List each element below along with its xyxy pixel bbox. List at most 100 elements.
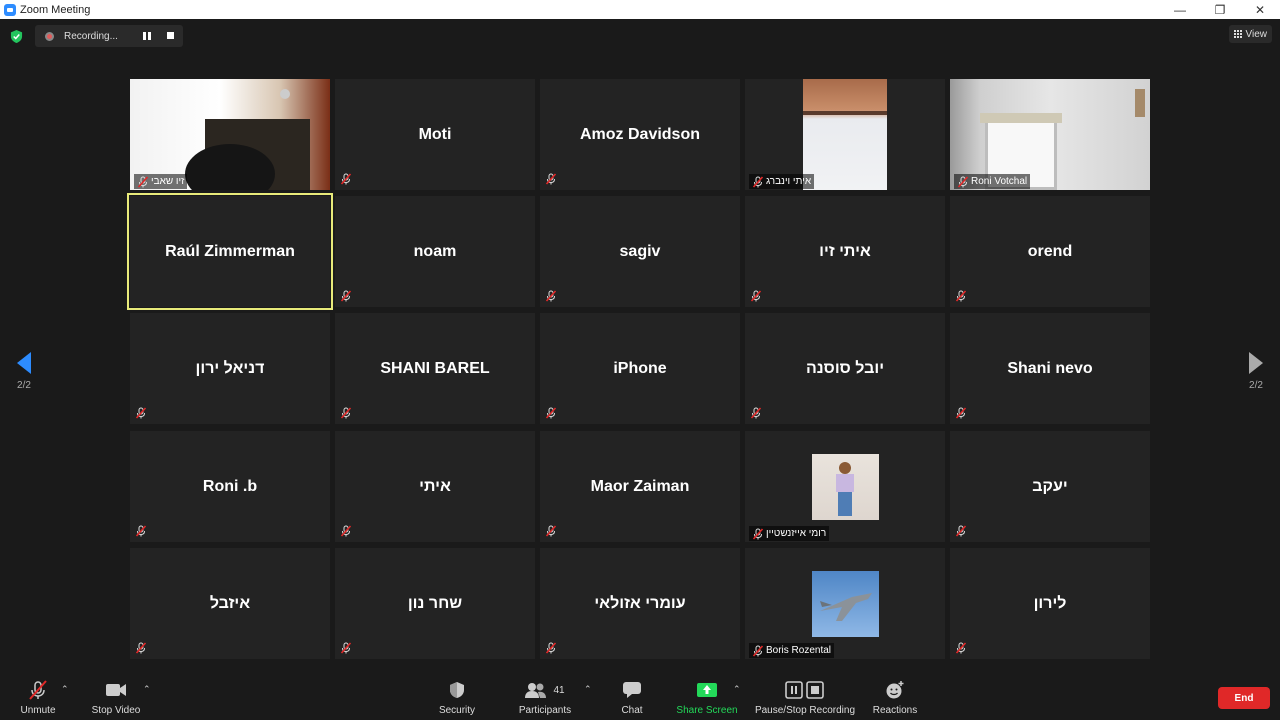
recording-label: Recording...: [64, 30, 118, 42]
stop-video-button[interactable]: Stop Video: [88, 669, 144, 720]
participant-label-text: זיו שאבי: [151, 176, 185, 187]
participant-name-label: רומי אייזנשטיין: [749, 526, 830, 541]
muted-microphone-icon: [955, 289, 967, 302]
participant-tile[interactable]: יובל סוסנה: [745, 313, 945, 424]
participant-name: יעקב: [1032, 478, 1068, 495]
participant-tile[interactable]: איתי: [335, 431, 535, 542]
end-meeting-button[interactable]: End: [1218, 687, 1270, 709]
video-options-chevron-icon[interactable]: ⌃: [143, 684, 151, 695]
stop-recording-icon[interactable]: [167, 32, 174, 39]
participant-tile[interactable]: orend: [950, 196, 1150, 307]
participant-name: SHANI BAREL: [380, 360, 490, 377]
window-controls: — ❐ ✕: [1160, 0, 1280, 19]
audio-options-chevron-icon[interactable]: ⌃: [61, 684, 69, 695]
view-label: View: [1245, 28, 1268, 40]
participant-tile[interactable]: לירון: [950, 548, 1150, 659]
previous-page-button[interactable]: 2/2: [2, 336, 46, 406]
participant-tile[interactable]: SHANI BAREL: [335, 313, 535, 424]
stop-video-label: Stop Video: [91, 705, 141, 716]
muted-microphone-icon: [752, 645, 764, 657]
share-screen-icon: [696, 678, 718, 702]
muted-microphone-icon: [545, 406, 557, 419]
participant-tile[interactable]: איזבל: [130, 548, 330, 659]
window-title: Zoom Meeting: [20, 3, 91, 16]
participant-name: Roni .b: [202, 478, 258, 495]
security-button[interactable]: Security: [434, 669, 480, 720]
security-label: Security: [438, 705, 476, 716]
unmute-button[interactable]: Unmute: [14, 669, 62, 720]
chat-button[interactable]: Chat: [612, 669, 652, 720]
participant-tile[interactable]: Roni .b: [130, 431, 330, 542]
security-shield-icon[interactable]: [10, 30, 23, 43]
muted-microphone-icon: [340, 289, 352, 302]
minimize-button[interactable]: —: [1160, 0, 1200, 19]
participant-video: [803, 79, 887, 190]
smiley-reaction-icon: [885, 678, 905, 702]
participant-name: Moti: [418, 126, 452, 143]
participant-tile[interactable]: sagiv: [540, 196, 740, 307]
participant-tile[interactable]: Maor Zaiman: [540, 431, 740, 542]
share-options-chevron-icon[interactable]: ⌃: [733, 684, 741, 695]
participant-tile[interactable]: Raúl Zimmerman: [127, 193, 333, 310]
muted-microphone-icon: [135, 524, 147, 537]
muted-microphone-icon: [340, 406, 352, 419]
participant-tile[interactable]: איתי זיו: [745, 196, 945, 307]
arrow-right-icon: [1249, 351, 1263, 374]
title-bar: Zoom Meeting — ❐ ✕: [0, 0, 1280, 19]
participant-tile[interactable]: יעקב: [950, 431, 1150, 542]
participant-name: דניאל ירון: [195, 360, 265, 377]
participant-tile[interactable]: זיו שאבי: [130, 79, 330, 190]
participant-label-text: Roni Votchal: [971, 176, 1028, 187]
muted-microphone-icon: [955, 406, 967, 419]
participant-label-text: איתי וינברג: [766, 176, 812, 187]
arrow-left-icon: [17, 351, 31, 374]
participants-button[interactable]: 41 Participants: [514, 669, 576, 720]
participant-name: לירון: [1033, 595, 1067, 612]
participant-tile[interactable]: Moti: [335, 79, 535, 190]
pause-stop-recording-button[interactable]: Pause/Stop Recording: [752, 669, 858, 720]
share-screen-button[interactable]: Share Screen: [672, 669, 742, 720]
pause-recording-icon[interactable]: [143, 32, 151, 40]
restore-button[interactable]: ❐: [1200, 0, 1240, 19]
participant-tile[interactable]: שחר נון: [335, 548, 535, 659]
participant-name-label: Roni Votchal: [954, 174, 1031, 189]
shield-icon: [449, 678, 465, 702]
muted-microphone-icon: [340, 524, 352, 537]
share-screen-label: Share Screen: [676, 705, 738, 716]
muted-microphone-icon: [545, 172, 557, 185]
chat-label: Chat: [621, 705, 643, 716]
muted-microphone-icon: [955, 524, 967, 537]
participants-icon: 41: [525, 678, 565, 702]
muted-microphone-icon: [340, 641, 352, 654]
participant-tile[interactable]: Amoz Davidson: [540, 79, 740, 190]
participant-name-label: Boris Rozental: [749, 643, 835, 658]
participant-tile[interactable]: רומי אייזנשטיין: [745, 431, 945, 542]
participant-tile[interactable]: Roni Votchal: [950, 79, 1150, 190]
participant-name: יובל סוסנה: [805, 360, 885, 377]
muted-microphone-icon: [137, 176, 149, 188]
pause-stop-recording-icon: [785, 678, 825, 702]
participant-tile[interactable]: דניאל ירון: [130, 313, 330, 424]
participant-name: איזבל: [209, 595, 251, 612]
participant-tile[interactable]: noam: [335, 196, 535, 307]
participant-tile[interactable]: איתי וינברג: [745, 79, 945, 190]
muted-microphone-icon: [545, 289, 557, 302]
muted-microphone-icon: [340, 172, 352, 185]
participant-name: iPhone: [613, 360, 667, 377]
next-page-button[interactable]: 2/2: [1234, 336, 1278, 406]
view-button[interactable]: View: [1228, 25, 1272, 43]
participant-tile[interactable]: Boris Rozental: [745, 548, 945, 659]
participant-tile[interactable]: iPhone: [540, 313, 740, 424]
muted-microphone-icon: [135, 406, 147, 419]
close-button[interactable]: ✕: [1240, 0, 1280, 19]
participant-tile[interactable]: עומרי אזולאי: [540, 548, 740, 659]
participant-tile[interactable]: Shani nevo: [950, 313, 1150, 424]
chat-bubble-icon: [622, 678, 642, 702]
participants-options-chevron-icon[interactable]: ⌃: [584, 684, 592, 695]
muted-microphone-icon: [750, 289, 762, 302]
participant-photo: [812, 454, 879, 520]
participant-name: Shani nevo: [1007, 360, 1093, 377]
reactions-button[interactable]: Reactions: [870, 669, 920, 720]
participant-photo: [812, 571, 879, 637]
muted-microphone-icon: [135, 641, 147, 654]
